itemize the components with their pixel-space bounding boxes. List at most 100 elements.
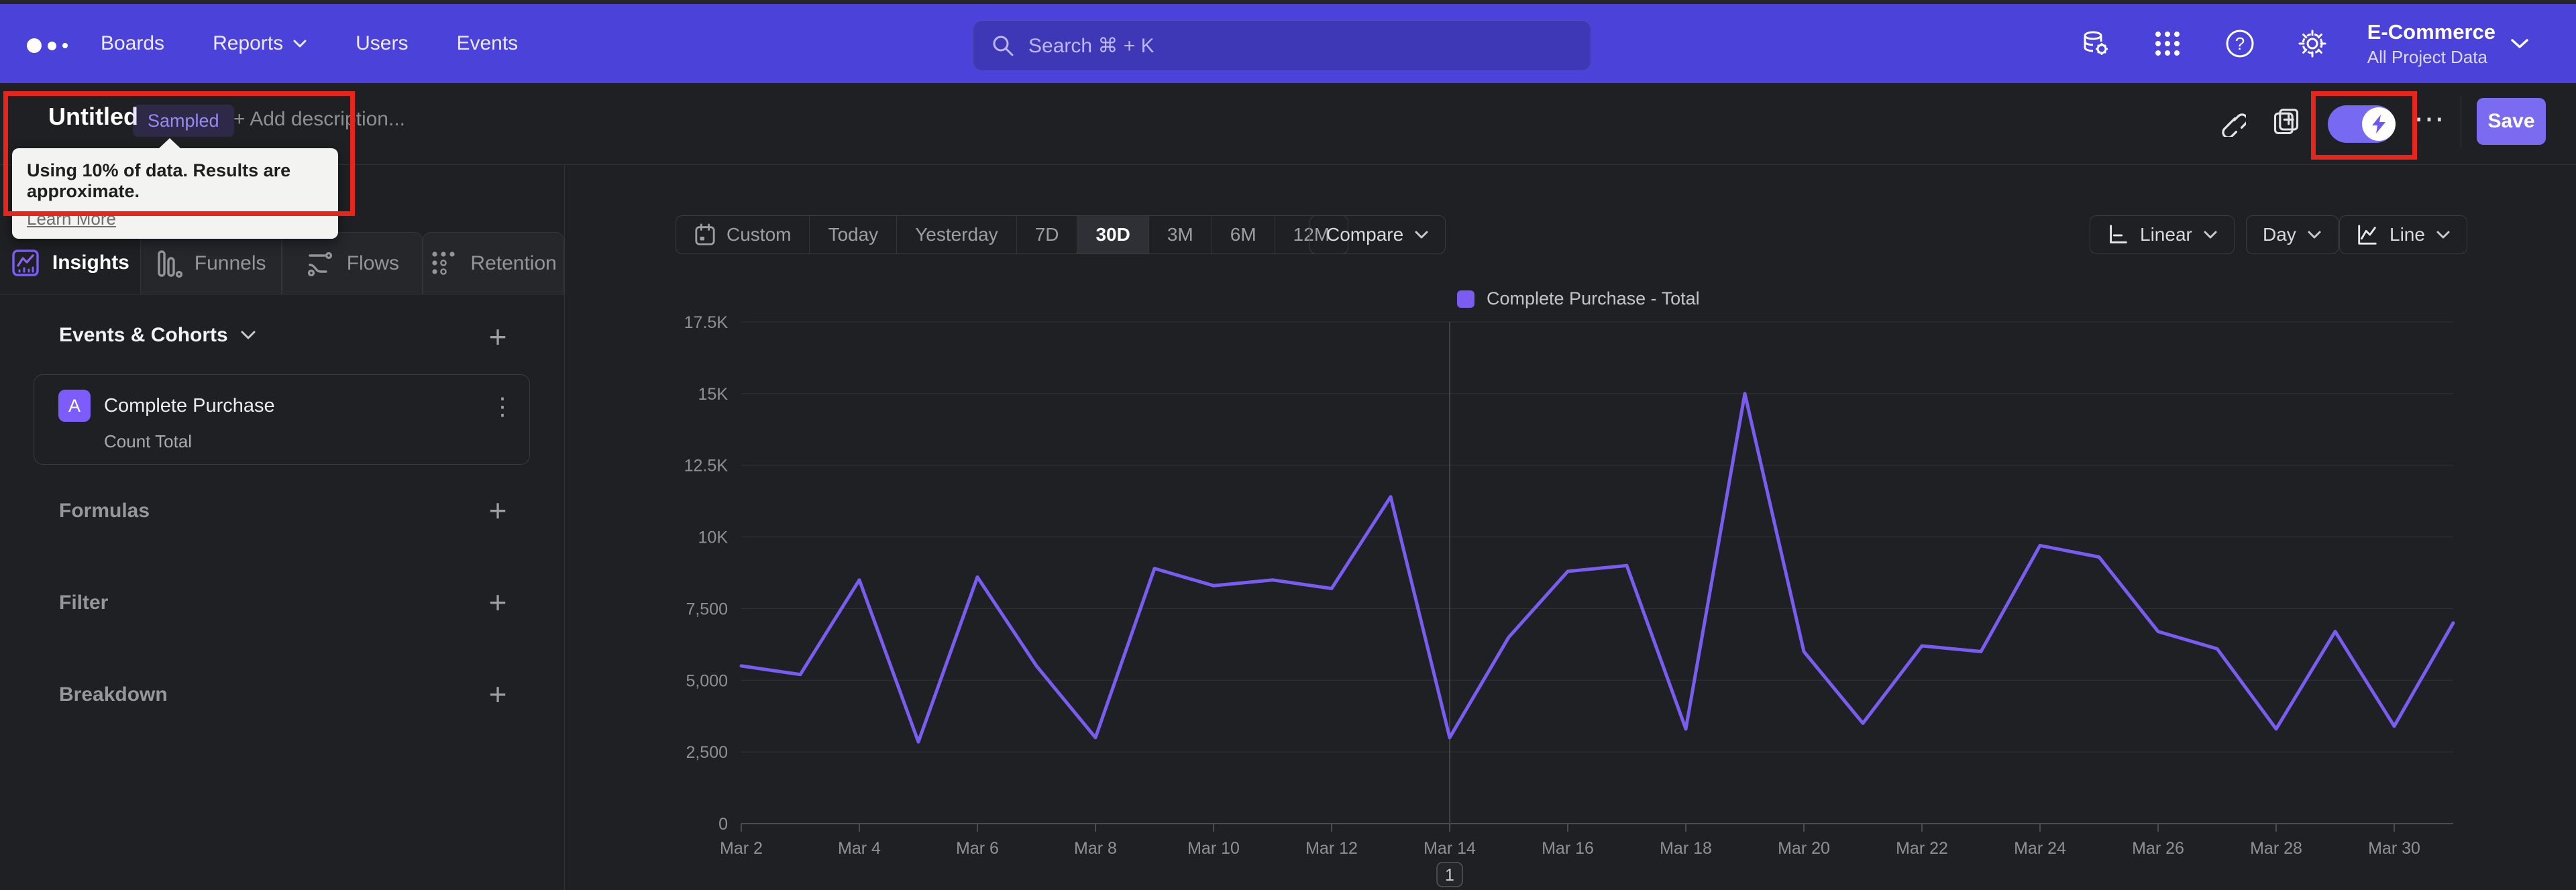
settings-gear-icon[interactable]	[2295, 26, 2330, 61]
chevron-down-icon	[241, 331, 256, 339]
search-placeholder: Search ⌘ + K	[1028, 34, 1155, 57]
funnels-icon	[156, 249, 182, 278]
apps-grid-icon[interactable]	[2150, 26, 2185, 61]
y-tick-label: 7,500	[686, 600, 728, 618]
project-switcher[interactable]: E-Commerce All Project Data	[2367, 20, 2529, 68]
nav-items: Boards Reports Users Events	[101, 4, 518, 83]
line-chart[interactable]: 0 2,500 5,000 7,500 10K 12.5K 15K 17.5K 1 Mar 2 Ma…	[564, 288, 2576, 890]
sampled-badge[interactable]: Sampled	[133, 105, 234, 137]
svg-text:?: ?	[2235, 34, 2245, 54]
event-kebab-menu[interactable]: ⋮	[490, 392, 515, 421]
events-cohorts-header[interactable]: Events & Cohorts	[59, 324, 256, 347]
linear-axis-icon	[2110, 225, 2127, 243]
y-tick-label: 2,500	[686, 743, 728, 762]
tab-label: Insights	[52, 252, 129, 274]
section-label: Formulas	[59, 500, 150, 522]
data-management-icon[interactable]	[2078, 26, 2112, 61]
x-tick-label: Mar 22	[1896, 839, 1948, 858]
nav-item-boards[interactable]: Boards	[101, 32, 164, 55]
flows-icon	[305, 249, 335, 278]
report-title[interactable]: Untitled	[48, 103, 138, 131]
mixpanel-logo[interactable]	[27, 34, 68, 58]
logo-dot	[27, 38, 42, 53]
interval-label: Day	[2263, 224, 2296, 245]
range-3m[interactable]: 3M	[1148, 216, 1212, 254]
y-tick-label: 0	[718, 815, 728, 834]
tab-insights[interactable]: Insights	[0, 232, 140, 294]
add-description[interactable]: + Add description...	[233, 108, 405, 131]
retention-icon	[430, 249, 458, 278]
help-icon[interactable]: ?	[2222, 26, 2257, 61]
chart-type-label: Line	[2390, 224, 2425, 245]
add-filter-button[interactable]: +	[482, 585, 514, 620]
more-menu-button[interactable]: ⋯	[2414, 101, 2446, 137]
series-line[interactable]	[739, 392, 2455, 744]
add-formulas-button[interactable]: +	[482, 493, 514, 528]
date-range-group: Custom Today Yesterday 7D 30D 3M 6M 12M	[676, 215, 1349, 254]
project-name: E-Commerce	[2367, 19, 2496, 44]
annotation-badge-label: 1	[1445, 866, 1454, 885]
x-tick-label: Mar 16	[1542, 839, 1594, 858]
event-letter-badge: A	[58, 390, 91, 422]
logo-dot	[62, 43, 68, 48]
tab-label: Funnels	[194, 252, 266, 274]
chart-type-select[interactable]: Line	[2339, 215, 2467, 254]
x-tick-label: Mar 26	[2132, 839, 2184, 858]
line-chart-icon	[2358, 225, 2377, 245]
x-tick-label: Mar 6	[956, 839, 999, 858]
save-button[interactable]: Save	[2477, 98, 2546, 145]
add-breakdown-button[interactable]: +	[482, 677, 514, 712]
event-metric[interactable]: Count Total	[104, 431, 192, 452]
range-7d[interactable]: 7D	[1016, 216, 1077, 254]
scale-select[interactable]: Linear	[2090, 215, 2235, 254]
nav-item-events[interactable]: Events	[456, 32, 518, 55]
nav-item-users[interactable]: Users	[356, 32, 408, 55]
compare-button[interactable]: Compare	[1309, 215, 1446, 254]
sampling-tooltip: Using 10% of data. Results are approxima…	[12, 138, 338, 239]
legend-label: Complete Purchase - Total	[1487, 288, 1700, 309]
range-label: 6M	[1230, 224, 1256, 245]
search-input[interactable]: Search ⌘ + K	[973, 20, 1591, 71]
nav-item-reports[interactable]: Reports	[213, 32, 307, 55]
x-tick-label: Mar 4	[838, 839, 881, 858]
x-tick-label: Mar 12	[1305, 839, 1358, 858]
project-scope: All Project Data	[2367, 46, 2487, 67]
y-tick-label: 10K	[698, 529, 729, 547]
range-label: Custom	[727, 224, 792, 245]
header-divider	[0, 164, 2576, 165]
report-tabs: Insights Funnels Flows Retention	[0, 232, 564, 294]
range-yesterday[interactable]: Yesterday	[896, 216, 1016, 254]
range-custom[interactable]: Custom	[676, 216, 809, 254]
tooltip-text: Using 10% of data. Results are approxima…	[27, 160, 291, 201]
tab-label: Flows	[346, 252, 400, 274]
interval-select[interactable]: Day	[2246, 215, 2339, 254]
range-30d[interactable]: 30D	[1077, 216, 1148, 254]
events-cohorts-label: Events & Cohorts	[59, 324, 228, 346]
x-tick-label: Mar 10	[1187, 839, 1240, 858]
add-to-board-icon[interactable]	[2269, 105, 2304, 140]
nav-item-label: Users	[356, 32, 409, 54]
add-event-button[interactable]: +	[482, 319, 514, 354]
tab-label: Retention	[470, 252, 557, 274]
calendar-icon	[695, 223, 715, 245]
learn-more-link[interactable]: Learn More	[27, 209, 323, 229]
top-nav: Boards Reports Users Events Search ⌘ + K ?	[0, 4, 2576, 83]
x-tick-label: Mar 30	[2368, 839, 2420, 858]
range-6m[interactable]: 6M	[1211, 216, 1275, 254]
copy-link-icon[interactable]	[2214, 105, 2249, 140]
tab-retention[interactable]: Retention	[423, 232, 564, 294]
chevron-down-icon	[2436, 231, 2450, 239]
chart-legend: Complete Purchase - Total	[1457, 288, 1700, 309]
chevron-down-icon	[293, 40, 307, 48]
tab-flows[interactable]: Flows	[281, 232, 423, 294]
event-name[interactable]: Complete Purchase	[104, 395, 275, 417]
range-today[interactable]: Today	[809, 216, 896, 254]
tab-funnels[interactable]: Funnels	[140, 232, 282, 294]
toggle-knob	[2362, 107, 2396, 141]
event-card[interactable]: A Complete Purchase ⋮ Count Total	[34, 374, 530, 465]
tooltip-caret	[158, 138, 181, 149]
nav-item-label: Events	[456, 32, 519, 54]
range-label: 3M	[1167, 224, 1193, 245]
x-tick-label: Mar 14	[1424, 839, 1476, 858]
sampling-toggle[interactable]	[2328, 105, 2396, 143]
